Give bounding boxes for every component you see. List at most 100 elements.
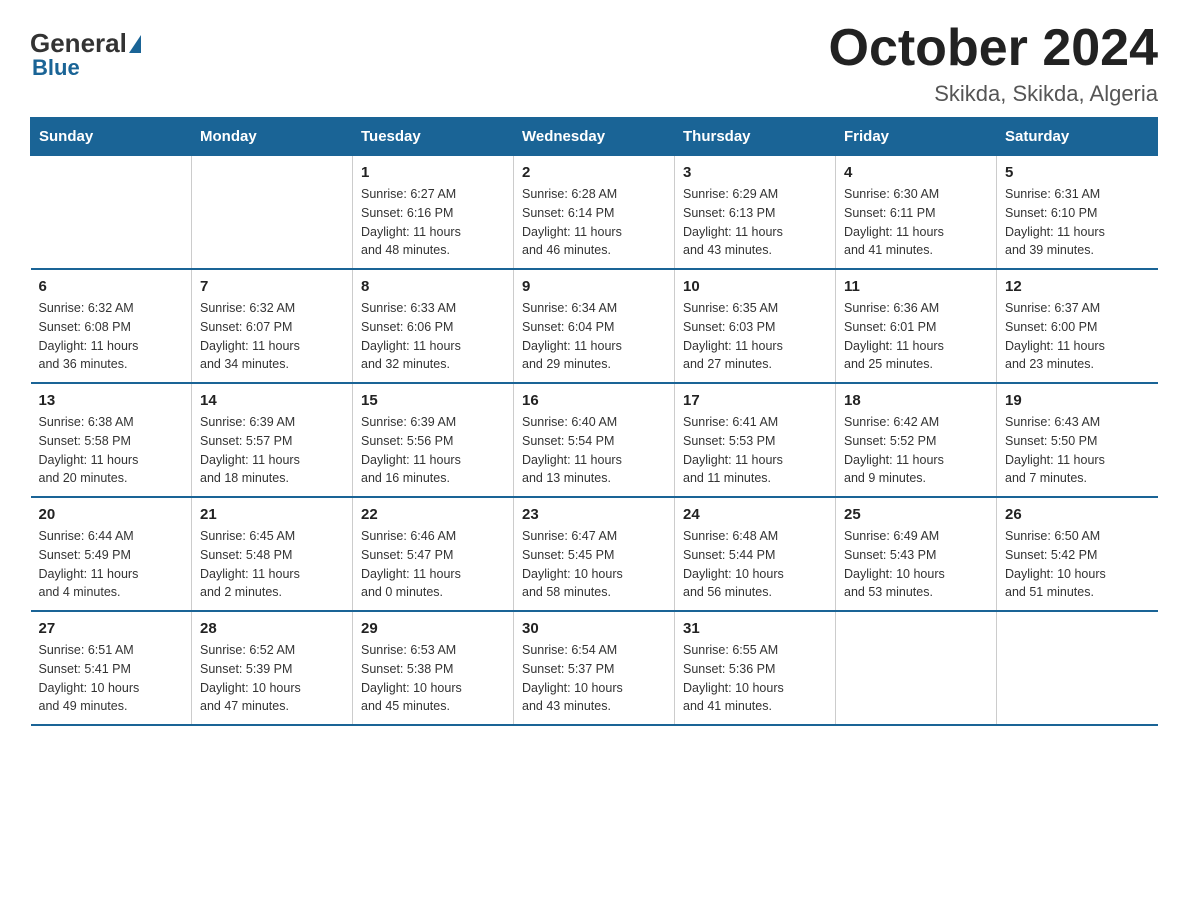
day-info: Sunrise: 6:39 AM Sunset: 5:57 PM Dayligh… <box>200 413 344 488</box>
location-subtitle: Skikda, Skikda, Algeria <box>829 81 1159 107</box>
day-number: 13 <box>39 392 184 409</box>
day-info: Sunrise: 6:42 AM Sunset: 5:52 PM Dayligh… <box>844 413 988 488</box>
week-row-3: 13Sunrise: 6:38 AM Sunset: 5:58 PM Dayli… <box>31 383 1158 497</box>
calendar-cell: 17Sunrise: 6:41 AM Sunset: 5:53 PM Dayli… <box>675 383 836 497</box>
calendar-cell: 2Sunrise: 6:28 AM Sunset: 6:14 PM Daylig… <box>514 156 675 270</box>
calendar-cell: 20 Sunrise: 6:44 AM Sunset: 5:49 PM Dayli… <box>31 497 192 611</box>
day-number: 30 <box>522 620 666 637</box>
calendar-cell: 22Sunrise: 6:46 AM Sunset: 5:47 PM Dayli… <box>353 497 514 611</box>
calendar-cell: 21Sunrise: 6:45 AM Sunset: 5:48 PM Dayli… <box>192 497 353 611</box>
day-number: 21 <box>200 506 344 523</box>
day-info: Sunrise: 6:30 AM Sunset: 6:11 PM Dayligh… <box>844 185 988 260</box>
day-info: Sunrise: 6:29 AM Sunset: 6:13 PM Dayligh… <box>683 185 827 260</box>
day-number: 1 <box>361 164 505 181</box>
day-number: 20 <box>39 506 184 523</box>
header-day-thursday: Thursday <box>675 118 836 156</box>
day-info: Sunrise: 6:33 AM Sunset: 6:06 PM Dayligh… <box>361 299 505 374</box>
calendar-cell: 26 Sunrise: 6:50 AM Sunset: 5:42 PM Dayli… <box>997 497 1158 611</box>
calendar-cell: 27 Sunrise: 6:51 AM Sunset: 5:41 PM Dayli… <box>31 611 192 725</box>
calendar-cell <box>836 611 997 725</box>
calendar-cell <box>192 156 353 270</box>
header-day-friday: Friday <box>836 118 997 156</box>
day-info: Sunrise: 6:53 AM Sunset: 5:38 PM Dayligh… <box>361 641 505 716</box>
day-number: 31 <box>683 620 827 637</box>
calendar-table: SundayMondayTuesdayWednesdayThursdayFrid… <box>30 117 1158 726</box>
header-day-tuesday: Tuesday <box>353 118 514 156</box>
page-header: General Blue October 2024 Skikda, Skikda… <box>30 20 1158 107</box>
header-day-wednesday: Wednesday <box>514 118 675 156</box>
calendar-cell: 8Sunrise: 6:33 AM Sunset: 6:06 PM Daylig… <box>353 269 514 383</box>
day-number: 23 <box>522 506 666 523</box>
day-number: 16 <box>522 392 666 409</box>
day-number: 6 <box>39 278 184 295</box>
calendar-cell: 14Sunrise: 6:39 AM Sunset: 5:57 PM Dayli… <box>192 383 353 497</box>
title-block: October 2024 Skikda, Skikda, Algeria <box>829 20 1159 107</box>
day-number: 15 <box>361 392 505 409</box>
day-info: Sunrise: 6:35 AM Sunset: 6:03 PM Dayligh… <box>683 299 827 374</box>
day-number: 29 <box>361 620 505 637</box>
day-number: 27 <box>39 620 184 637</box>
calendar-cell: 1 Sunrise: 6:27 AM Sunset: 6:16 PM Daylig… <box>353 156 514 270</box>
day-number: 11 <box>844 278 988 295</box>
day-info: Sunrise: 6:40 AM Sunset: 5:54 PM Dayligh… <box>522 413 666 488</box>
calendar-cell: 19Sunrise: 6:43 AM Sunset: 5:50 PM Dayli… <box>997 383 1158 497</box>
header-day-monday: Monday <box>192 118 353 156</box>
calendar-cell: 4 Sunrise: 6:30 AM Sunset: 6:11 PM Daylig… <box>836 156 997 270</box>
calendar-cell: 15 Sunrise: 6:39 AM Sunset: 5:56 PM Dayli… <box>353 383 514 497</box>
day-info: Sunrise: 6:32 AM Sunset: 6:08 PM Dayligh… <box>39 299 184 374</box>
week-row-1: 1 Sunrise: 6:27 AM Sunset: 6:16 PM Daylig… <box>31 156 1158 270</box>
calendar-cell: 6 Sunrise: 6:32 AM Sunset: 6:08 PM Daylig… <box>31 269 192 383</box>
calendar-cell: 23Sunrise: 6:47 AM Sunset: 5:45 PM Dayli… <box>514 497 675 611</box>
calendar-cell: 16 Sunrise: 6:40 AM Sunset: 5:54 PM Dayli… <box>514 383 675 497</box>
day-info: Sunrise: 6:39 AM Sunset: 5:56 PM Dayligh… <box>361 413 505 488</box>
calendar-cell: 30 Sunrise: 6:54 AM Sunset: 5:37 PM Dayli… <box>514 611 675 725</box>
day-info: Sunrise: 6:48 AM Sunset: 5:44 PM Dayligh… <box>683 527 827 602</box>
day-info: Sunrise: 6:37 AM Sunset: 6:00 PM Dayligh… <box>1005 299 1150 374</box>
day-info: Sunrise: 6:49 AM Sunset: 5:43 PM Dayligh… <box>844 527 988 602</box>
calendar-cell: 5 Sunrise: 6:31 AM Sunset: 6:10 PM Daylig… <box>997 156 1158 270</box>
day-number: 28 <box>200 620 344 637</box>
calendar-cell: 12Sunrise: 6:37 AM Sunset: 6:00 PM Dayli… <box>997 269 1158 383</box>
day-number: 7 <box>200 278 344 295</box>
calendar-cell: 11 Sunrise: 6:36 AM Sunset: 6:01 PM Dayli… <box>836 269 997 383</box>
day-info: Sunrise: 6:51 AM Sunset: 5:41 PM Dayligh… <box>39 641 184 716</box>
day-info: Sunrise: 6:28 AM Sunset: 6:14 PM Dayligh… <box>522 185 666 260</box>
day-info: Sunrise: 6:44 AM Sunset: 5:49 PM Dayligh… <box>39 527 184 602</box>
logo-blue-text: Blue <box>32 55 80 81</box>
logo: General Blue <box>30 20 143 81</box>
week-row-5: 27 Sunrise: 6:51 AM Sunset: 5:41 PM Dayli… <box>31 611 1158 725</box>
header-day-sunday: Sunday <box>31 118 192 156</box>
day-number: 22 <box>361 506 505 523</box>
calendar-cell: 18Sunrise: 6:42 AM Sunset: 5:52 PM Dayli… <box>836 383 997 497</box>
calendar-cell: 28 Sunrise: 6:52 AM Sunset: 5:39 PM Dayli… <box>192 611 353 725</box>
day-number: 9 <box>522 278 666 295</box>
day-number: 3 <box>683 164 827 181</box>
calendar-cell: 7Sunrise: 6:32 AM Sunset: 6:07 PM Daylig… <box>192 269 353 383</box>
week-row-2: 6 Sunrise: 6:32 AM Sunset: 6:08 PM Daylig… <box>31 269 1158 383</box>
day-number: 26 <box>1005 506 1150 523</box>
day-info: Sunrise: 6:52 AM Sunset: 5:39 PM Dayligh… <box>200 641 344 716</box>
day-info: Sunrise: 6:54 AM Sunset: 5:37 PM Dayligh… <box>522 641 666 716</box>
header-day-saturday: Saturday <box>997 118 1158 156</box>
calendar-cell: 29 Sunrise: 6:53 AM Sunset: 5:38 PM Dayli… <box>353 611 514 725</box>
day-number: 4 <box>844 164 988 181</box>
calendar-cell <box>997 611 1158 725</box>
day-number: 25 <box>844 506 988 523</box>
calendar-cell: 24 Sunrise: 6:48 AM Sunset: 5:44 PM Dayli… <box>675 497 836 611</box>
day-info: Sunrise: 6:55 AM Sunset: 5:36 PM Dayligh… <box>683 641 827 716</box>
day-number: 19 <box>1005 392 1150 409</box>
calendar-cell: 13Sunrise: 6:38 AM Sunset: 5:58 PM Dayli… <box>31 383 192 497</box>
day-info: Sunrise: 6:31 AM Sunset: 6:10 PM Dayligh… <box>1005 185 1150 260</box>
day-info: Sunrise: 6:36 AM Sunset: 6:01 PM Dayligh… <box>844 299 988 374</box>
day-number: 5 <box>1005 164 1150 181</box>
logo-triangle-icon <box>129 35 141 53</box>
day-number: 10 <box>683 278 827 295</box>
month-year-title: October 2024 <box>829 20 1159 77</box>
day-info: Sunrise: 6:50 AM Sunset: 5:42 PM Dayligh… <box>1005 527 1150 602</box>
calendar-cell <box>31 156 192 270</box>
calendar-cell: 3 Sunrise: 6:29 AM Sunset: 6:13 PM Daylig… <box>675 156 836 270</box>
calendar-cell: 9Sunrise: 6:34 AM Sunset: 6:04 PM Daylig… <box>514 269 675 383</box>
calendar-header-row: SundayMondayTuesdayWednesdayThursdayFrid… <box>31 118 1158 156</box>
day-info: Sunrise: 6:27 AM Sunset: 6:16 PM Dayligh… <box>361 185 505 260</box>
day-number: 24 <box>683 506 827 523</box>
